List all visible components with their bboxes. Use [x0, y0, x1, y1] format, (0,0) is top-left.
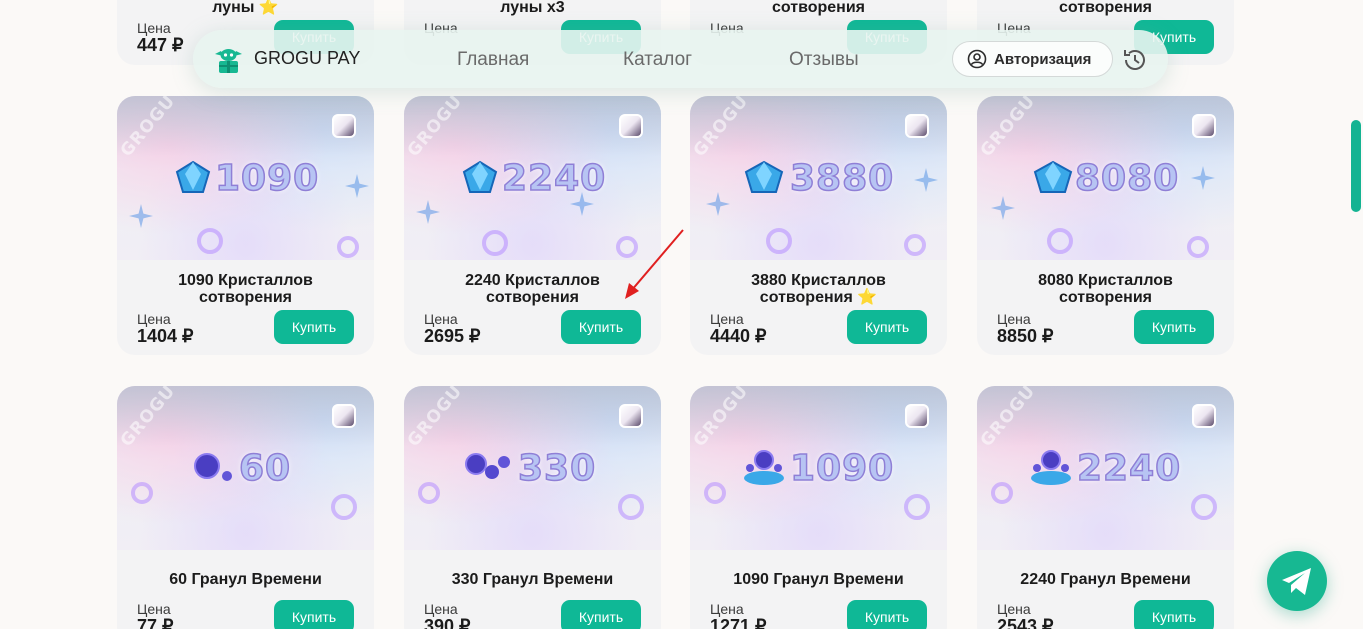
product-title: луны ⭐ — [212, 0, 279, 16]
product-title-line2: сотворения — [198, 289, 292, 306]
header-nav: GROGU PAY Главная Каталог Отзывы Авториз… — [193, 30, 1168, 88]
product-title-line2: сотворения ⭐ — [759, 289, 878, 306]
product-title: 3880 Кристаллов сотворения ⭐ — [690, 272, 947, 306]
user-icon — [967, 49, 987, 69]
buy-button[interactable]: Купить — [1134, 600, 1214, 629]
price-label: Цена — [424, 601, 458, 617]
nav-link-catalog[interactable]: Каталог — [623, 49, 692, 71]
buy-button[interactable]: Купить — [847, 310, 927, 344]
product-title: 2240 Гранул Времени — [1020, 571, 1191, 588]
price-value: 8850 ₽ — [997, 326, 1054, 346]
image-amount: 2240 — [1076, 447, 1182, 490]
avatar-icon — [1192, 404, 1216, 428]
nav-link-home[interactable]: Главная — [457, 49, 529, 71]
product-image: GROGU 1090 — [690, 386, 947, 550]
price-value: 77 ₽ — [137, 616, 174, 629]
logo-icon[interactable] — [214, 45, 243, 74]
product-card[interactable]: GROGU 330 330 Гранул Времени Цена 390 ₽ … — [404, 386, 661, 629]
product-title: 1090 Кристаллов сотворения — [117, 272, 374, 306]
product-card[interactable]: GROGU 3880 3880 Кристаллов сотворения ⭐ … — [690, 96, 947, 355]
product-title-line1: 1090 Кристаллов — [178, 272, 313, 289]
product-card[interactable]: GROGU 1090 1090 Гранул Времени Цена 1271… — [690, 386, 947, 629]
product-image: GROGU 2240 — [977, 386, 1234, 550]
price-label: Цена — [997, 601, 1031, 617]
price-label: Цена — [137, 20, 171, 36]
product-title: сотворения — [771, 0, 865, 16]
image-amount: 60 — [238, 447, 292, 490]
login-label: Авторизация — [994, 50, 1092, 68]
product-title: 8080 Кристаллов сотворения — [977, 272, 1234, 306]
product-title-line1: 8080 Кристаллов — [1038, 272, 1173, 289]
annotation-arrow — [625, 229, 684, 299]
product-image: GROGU 3880 — [690, 96, 947, 260]
image-amount: 1090 — [789, 447, 895, 490]
product-title: 1090 Гранул Времени — [733, 571, 904, 588]
price-label: Цена — [137, 601, 171, 617]
granule-icon — [744, 450, 784, 485]
avatar-icon — [332, 114, 356, 138]
image-amount: 330 — [517, 447, 597, 490]
product-title-line1: 3880 Кристаллов — [751, 272, 886, 289]
price-value: 2695 ₽ — [424, 326, 481, 346]
image-amount: 2240 — [501, 157, 607, 200]
granule-icon — [465, 453, 510, 479]
price-label: Цена — [424, 311, 458, 327]
price-value: 447 ₽ — [137, 35, 184, 55]
product-card[interactable]: GROGU 2240 2240 Гранул Времени Цена 2543… — [977, 386, 1234, 629]
buy-button[interactable]: Купить — [561, 310, 641, 344]
granule-icon — [1031, 450, 1071, 485]
price-label: Цена — [137, 311, 171, 327]
avatar-icon — [619, 404, 643, 428]
image-amount: 3880 — [789, 157, 895, 200]
telegram-icon — [1282, 568, 1311, 595]
product-title: луны x3 — [500, 0, 565, 16]
product-card[interactable]: GROGU 8080 8080 Кристаллов сотворения Це… — [977, 96, 1234, 355]
price-label: Цена — [997, 311, 1031, 327]
scrollbar-thumb[interactable] — [1351, 120, 1361, 212]
avatar-icon — [619, 114, 643, 138]
avatar-icon — [1192, 114, 1216, 138]
price-value: 2543 ₽ — [997, 616, 1054, 629]
crystal-icon — [462, 160, 498, 193]
price-value: 4440 ₽ — [710, 326, 767, 346]
granule-icon — [194, 453, 232, 481]
price-value: 390 ₽ — [424, 616, 471, 629]
telegram-button[interactable] — [1267, 551, 1327, 611]
buy-button[interactable]: Купить — [847, 600, 927, 629]
image-amount: 1090 — [214, 157, 320, 200]
login-button[interactable]: Авторизация — [952, 41, 1113, 77]
product-image: GROGU 60 — [117, 386, 374, 550]
product-title-line2: сотворения — [1058, 289, 1152, 306]
avatar-icon — [905, 114, 929, 138]
avatar-icon — [905, 404, 929, 428]
nav-link-reviews[interactable]: Отзывы — [789, 49, 859, 71]
product-image: GROGU 330 — [404, 386, 661, 550]
crystal-icon — [1033, 160, 1073, 193]
price-value: 1271 ₽ — [710, 616, 767, 629]
buy-button[interactable]: Купить — [561, 600, 641, 629]
product-title: 60 Гранул Времени — [169, 571, 322, 588]
crystal-icon — [744, 160, 784, 193]
price-label: Цена — [710, 311, 744, 327]
price-value: 1404 ₽ — [137, 326, 194, 346]
buy-button[interactable]: Купить — [274, 600, 354, 629]
product-image: GROGU 1090 — [117, 96, 374, 260]
buy-button[interactable]: Купить — [274, 310, 354, 344]
brand-name[interactable]: GROGU PAY — [254, 48, 360, 69]
avatar-icon — [332, 404, 356, 428]
product-card[interactable]: GROGU 1090 1090 Кристаллов сотворения Це… — [117, 96, 374, 355]
product-title: сотворения — [1058, 0, 1152, 16]
product-card[interactable]: GROGU 60 60 Гранул Времени Цена 77 ₽ Куп… — [117, 386, 374, 629]
product-image: GROGU 8080 — [977, 96, 1234, 260]
crystal-icon — [175, 160, 211, 193]
image-amount: 8080 — [1074, 157, 1180, 200]
price-label: Цена — [710, 601, 744, 617]
product-title: 330 Гранул Времени — [451, 571, 614, 588]
history-icon[interactable] — [1121, 46, 1149, 74]
buy-button[interactable]: Купить — [1134, 310, 1214, 344]
